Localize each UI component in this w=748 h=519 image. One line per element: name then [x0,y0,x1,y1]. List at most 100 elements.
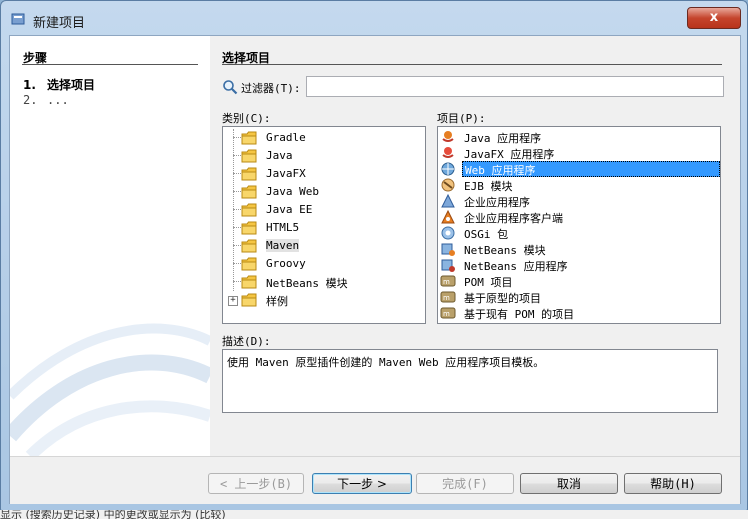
step-label: ... [47,93,69,107]
category-item[interactable]: Maven [223,237,423,255]
svg-text:m: m [443,310,450,318]
description-box: 使用 Maven 原型插件创建的 Maven Web 应用程序项目模板。 [222,349,718,413]
project-item[interactable]: 企业应用程序客户端 [438,209,720,225]
svg-text:m: m [443,294,450,302]
folder-icon [241,239,257,253]
back-button[interactable]: < 上一步(B) [208,473,304,494]
tree-connector [233,137,241,138]
category-item[interactable]: Java EE [223,201,423,219]
filter-input[interactable] [306,76,724,97]
filter-label: 过滤器(T): [241,82,301,95]
ejb-module-icon [441,178,455,192]
projects-label: 项目(P): [437,112,486,125]
step-label: 选择项目 [47,78,96,92]
category-label: HTML5 [266,221,300,234]
finish-button[interactable]: 完成(F) [416,473,514,494]
title-bar[interactable]: 新建项目 x [1,1,747,37]
button-bar: < 上一步(B) 下一步 > 完成(F) 取消 帮助(H) [10,456,740,504]
category-label: JavaFX [266,167,306,180]
categories-tree[interactable]: Gradle Java JavaFX Java Web Java EE HTML5 Mave… [222,126,426,324]
category-label: Gradle [266,131,306,144]
folder-icon [241,221,257,235]
category-label: Java EE [266,203,313,216]
project-label: NetBeans 模块 [464,244,546,257]
project-label: 基于现有 POM 的项目 [464,308,575,321]
project-label: Java 应用程序 [464,132,542,145]
category-label: Java Web [266,185,319,198]
java-app-icon [442,131,454,142]
project-item[interactable]: EJB 模块 [438,177,720,193]
svg-text:m: m [443,278,450,286]
tree-connector [233,173,241,174]
tree-connector [233,245,241,246]
osgi-bundle-icon [441,226,455,240]
step-item: 1. 选择项目 [23,76,95,93]
steps-divider [22,64,198,65]
category-label: 样例 [266,295,288,308]
enterprise-client-icon [441,209,455,224]
maven-existing-pom-icon: m [440,307,456,319]
next-button[interactable]: 下一步 > [312,473,412,494]
project-item[interactable]: NetBeans 模块 [438,241,720,257]
step-item: 2.... [23,93,69,107]
tree-connector [233,191,241,192]
category-item[interactable]: Java [223,147,423,165]
project-item[interactable]: NetBeans 应用程序 [438,257,720,273]
background-status-text: 显示 (搜索历史记录) 中的更改或显示为 (比较) [0,510,226,519]
category-item[interactable]: Groovy [223,255,423,273]
project-item[interactable]: m POM 项目 [438,273,720,289]
category-label: NetBeans 模块 [266,277,348,290]
description-text: 使用 Maven 原型插件创建的 Maven Web 应用程序项目模板。 [227,356,545,369]
netbeans-app-icon [11,13,25,25]
tree-connector [233,281,241,282]
project-label: POM 项目 [464,276,513,289]
window-title: 新建项目 [33,16,86,31]
project-item[interactable]: m 基于原型的项目 [438,289,720,305]
folder-icon [241,275,257,289]
folder-icon [241,293,257,307]
project-label: Web 应用程序 [462,161,720,177]
step-number: 2. [23,93,38,107]
project-item[interactable]: OSGi 包 [438,225,720,241]
category-item[interactable]: HTML5 [223,219,423,237]
close-icon: x [709,10,719,25]
project-item[interactable]: 企业应用程序 [438,193,720,209]
category-item[interactable]: Java Web [223,183,423,201]
project-label: JavaFX 应用程序 [464,148,555,161]
cancel-button[interactable]: 取消 [520,473,618,494]
search-icon [223,80,238,95]
folder-icon [241,257,257,271]
web-app-icon [441,162,455,176]
maven-pom-icon: m [440,275,456,287]
project-label: 企业应用程序 [464,196,530,209]
project-label: 基于原型的项目 [464,292,541,305]
category-item[interactable]: Gradle [223,129,423,147]
project-item[interactable]: JavaFX 应用程序 [438,145,720,161]
dialog-window: 新建项目 x 步骤 1. 选择项目 2.... 选择项目 过滤器(T): 类别(… [0,0,748,511]
project-item[interactable]: m 基于现有 POM 的项目 [438,305,720,321]
decorative-swirl-graphic [10,323,210,456]
netbeans-app-icon [441,259,455,272]
project-label: EJB 模块 [464,180,513,193]
category-item[interactable]: JavaFX [223,165,423,183]
close-button[interactable]: x [687,7,741,29]
folder-icon [241,131,257,145]
projects-list[interactable]: Java 应用程序 JavaFX 应用程序 Web 应用程序 EJB 模块企业应用程序… [437,126,721,324]
project-item[interactable]: Web 应用程序 [438,161,720,177]
enterprise-app-icon [441,193,455,208]
netbeans-module-icon [441,243,455,256]
folder-icon [241,149,257,163]
category-item[interactable]: NetBeans 模块 [223,273,423,291]
project-item[interactable]: Java 应用程序 [438,129,720,145]
help-button[interactable]: 帮助(H) [624,473,722,494]
step-number: 1. [23,78,36,92]
panel-divider [222,64,722,65]
tree-connector [233,155,241,156]
description-label: 描述(D): [222,335,271,348]
expand-icon[interactable]: + [228,296,238,306]
folder-icon [241,185,257,199]
folder-icon [241,203,257,217]
dialog-client: 步骤 1. 选择项目 2.... 选择项目 过滤器(T): 类别(C): 项目(P… [9,35,741,504]
category-item[interactable]: + 样例 [223,291,423,309]
project-label: OSGi 包 [464,228,509,241]
